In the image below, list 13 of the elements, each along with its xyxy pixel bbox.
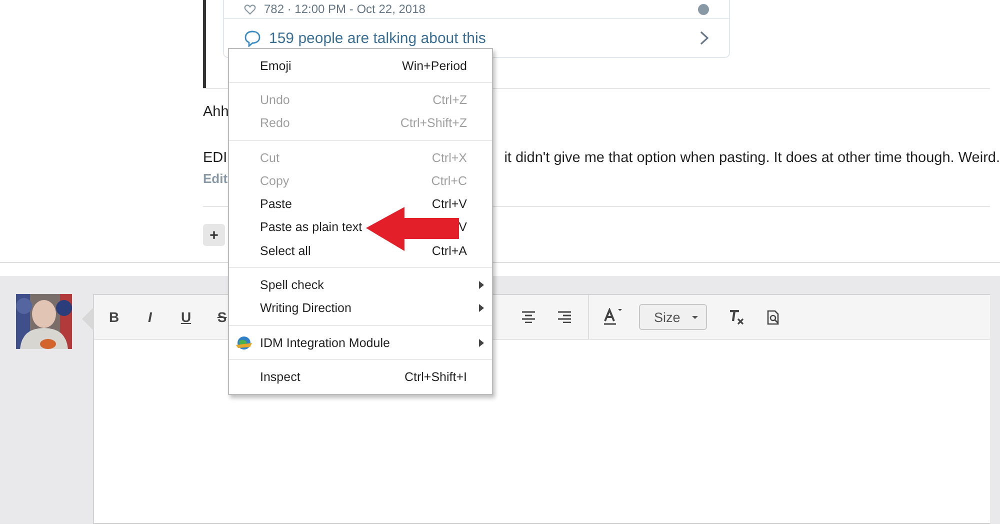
shortcut-text: V (458, 220, 467, 234)
shortcut-text: Ctrl+Z (432, 92, 467, 107)
shortcut-text: Ctrl+Shift+I (404, 370, 467, 384)
post-text: it didn't give me that option when pasting. It does at other time though. Weird. (504, 150, 1000, 166)
tweet-meta: 782 · 12:00 PM - Oct 22, 2018 (264, 2, 426, 16)
shortcut-text: Ctrl+A (432, 244, 467, 258)
shortcut-text: Ctrl+Shift+Z (400, 116, 467, 130)
post-text: Ahh (203, 104, 229, 120)
shortcut-text: Ctrl+X (432, 150, 467, 165)
shortcut-text: Win+Period (402, 58, 467, 73)
shortcut-text: Ctrl+V (432, 197, 467, 212)
shortcut-text: Ctrl+C (431, 174, 467, 188)
post-text: EDI (203, 150, 228, 166)
